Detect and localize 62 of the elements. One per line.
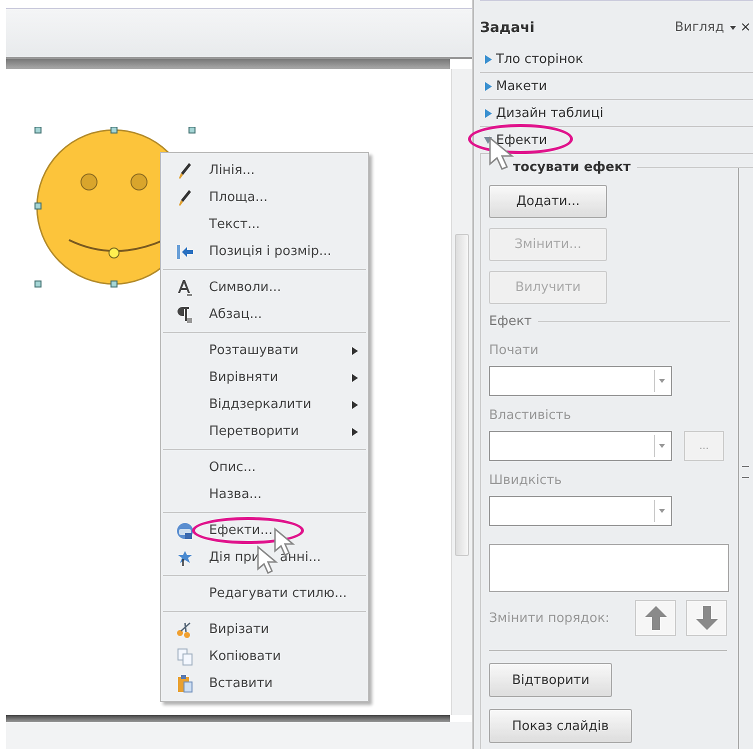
expander-icon	[484, 54, 492, 64]
menu-item[interactable]: Вирізати	[161, 616, 368, 643]
section-header[interactable]: Макети	[480, 73, 753, 100]
paste-icon	[177, 674, 193, 692]
dropdown-field[interactable]	[489, 431, 672, 461]
caret-icon	[659, 444, 665, 448]
menu-item[interactable]: Віддзеркалити	[161, 391, 368, 418]
field-label: Швидкість	[489, 473, 562, 488]
move-down-button[interactable]	[686, 600, 727, 636]
reorder-label: Змінити порядок:	[489, 610, 611, 626]
dropdown-field[interactable]	[489, 496, 672, 526]
menu-item[interactable]: Назва...	[161, 481, 368, 508]
menu-item[interactable]: Перетворити	[161, 418, 368, 445]
menu-item[interactable]: Копіювати	[161, 643, 368, 670]
pointer-star-icon	[177, 548, 193, 566]
field-label: Почати	[489, 343, 538, 358]
caret-icon	[659, 379, 665, 383]
section-header[interactable]: Дизайн таблиці	[480, 100, 753, 127]
menu-item[interactable]: Текст...	[161, 211, 368, 238]
menu-item[interactable]: Розташувати	[161, 337, 368, 364]
submenu-arrow-icon	[352, 346, 358, 354]
play-button[interactable]: Показ слайдів	[489, 709, 632, 743]
submenu-arrow-icon	[352, 374, 358, 382]
expander-icon	[484, 108, 492, 118]
horizontal-scrollbar[interactable]	[6, 722, 472, 749]
menu-item[interactable]: Опис...	[161, 454, 368, 481]
caret-icon	[730, 26, 736, 30]
expander-icon	[484, 82, 492, 90]
menu-item[interactable]: Абзац...	[161, 301, 368, 328]
menu-item[interactable]: Вирівняти	[161, 364, 368, 391]
submenu-arrow-icon	[352, 400, 358, 408]
brush-icon	[178, 188, 192, 206]
section-heading: тосувати ефект	[513, 160, 631, 175]
dropdown-field[interactable]	[489, 366, 672, 396]
menu-item[interactable]: Вставити	[161, 670, 368, 697]
copy-icon	[177, 648, 193, 666]
position-icon	[176, 244, 194, 260]
view-menu-button[interactable]: Вигляд	[674, 20, 736, 35]
action-button[interactable]: Додати...	[489, 185, 607, 218]
submenu-arrow-icon	[352, 428, 358, 436]
effects-list[interactable]	[489, 544, 729, 592]
menu-item[interactable]: Лінія...	[161, 157, 368, 184]
vertical-scrollbar[interactable]	[451, 69, 472, 715]
close-button[interactable]: ×	[736, 20, 753, 35]
menu-item[interactable]: Позиція і розмір...	[161, 238, 368, 265]
group-label: Ефект	[489, 314, 532, 329]
font-icon	[177, 278, 193, 296]
down-arrow-icon	[696, 606, 718, 630]
play-button[interactable]: Відтворити	[489, 663, 612, 697]
brush-icon	[178, 162, 192, 180]
menu-item[interactable]: Символи...	[161, 274, 368, 301]
menu-item[interactable]: Площа...	[161, 184, 368, 211]
section-header[interactable]: Тло сторінок	[480, 46, 753, 73]
up-arrow-icon	[644, 606, 666, 630]
caret-icon	[659, 509, 665, 513]
field-label: Властивість	[489, 408, 572, 423]
menu-item[interactable]: Ефекти...	[161, 517, 368, 544]
effects-icon	[176, 522, 194, 540]
move-up-button[interactable]	[635, 600, 676, 636]
pane-title: Задачі	[480, 20, 536, 36]
menu-item[interactable]: Редагувати стилю...	[161, 580, 368, 607]
paragraph-icon	[177, 306, 193, 324]
